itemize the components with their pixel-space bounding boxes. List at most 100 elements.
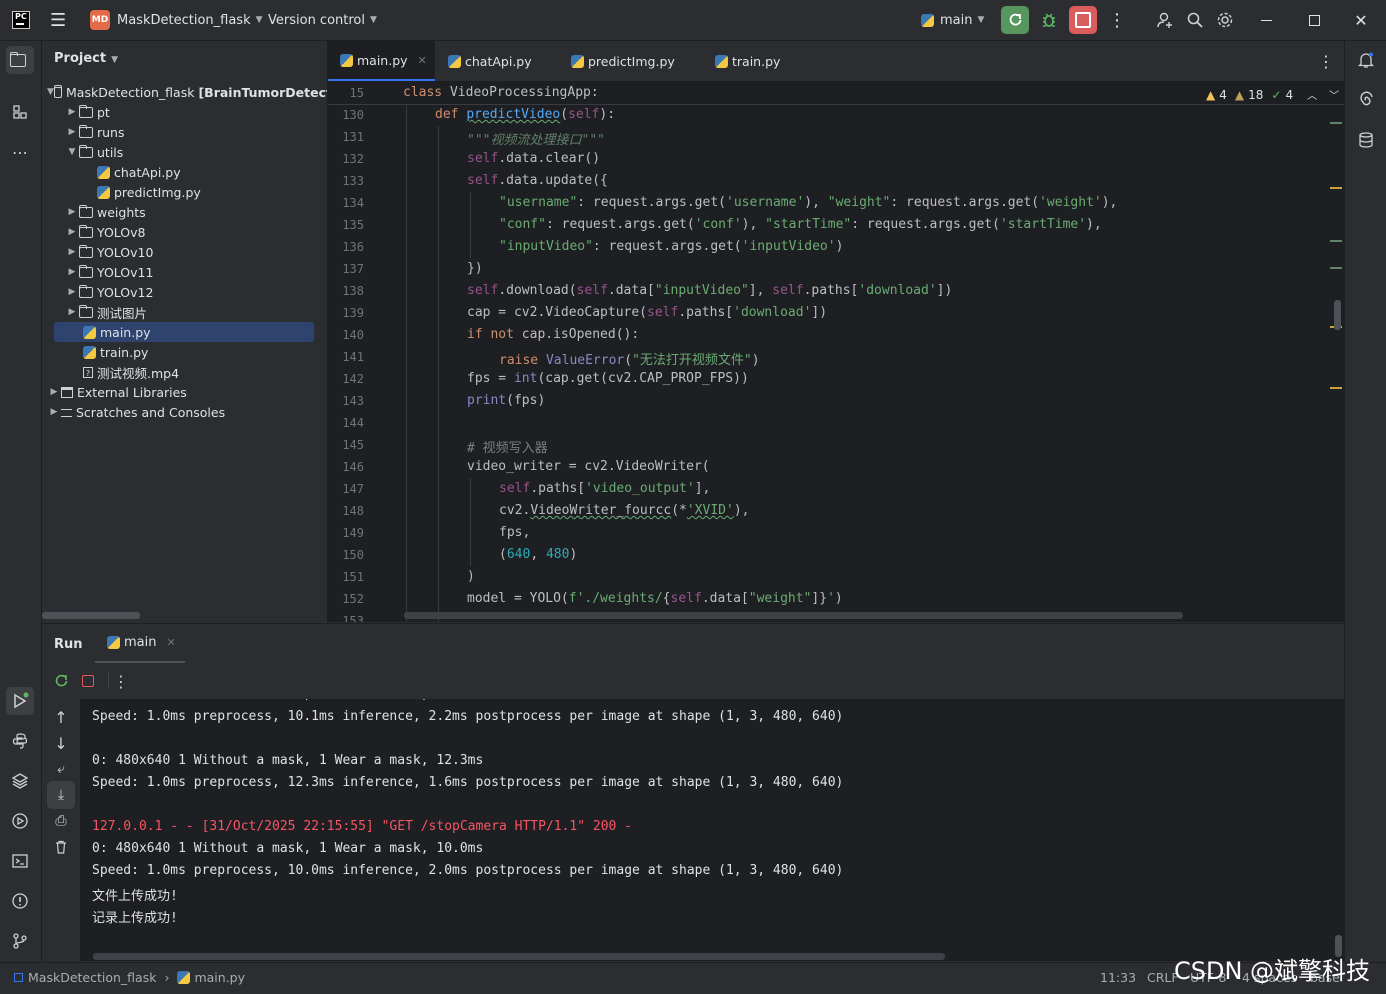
version-control-menu[interactable]: Version control ▼ (268, 0, 377, 40)
scroll-up-button[interactable]: ↑ (47, 703, 75, 731)
database-button[interactable] (1352, 126, 1380, 154)
print-button[interactable]: ⎙ (47, 807, 75, 835)
tree-item-yolov12[interactable]: ▶ YOLOv12 (42, 282, 327, 302)
code-editor[interactable]: 15 class VideoProcessingApp: ▲ 4 ▲ 18 ✓ 4 ︿… (328, 82, 1344, 622)
soft-wrap-button[interactable]: ⤶ (47, 755, 75, 783)
more-actions-button[interactable]: ⋮ (1103, 6, 1131, 34)
run-tool-button[interactable] (6, 687, 34, 715)
run-tab-main[interactable]: main ✕ (95, 624, 185, 664)
chevron-right-icon: ▶ (68, 207, 76, 217)
run-more-button[interactable]: ⋮ (107, 667, 135, 695)
problems-button[interactable] (6, 887, 34, 915)
folder-icon (79, 264, 93, 278)
code-line: video_writer = cv2.VideoWriter( (467, 459, 710, 474)
stripe-marker[interactable] (1330, 240, 1342, 242)
structure-tool-button[interactable] (6, 98, 34, 126)
console-horizontal-scrollbar[interactable] (93, 953, 945, 960)
tree-root[interactable]: ▼ MaskDetection_flask [BrainTumorDetect (42, 82, 327, 102)
services-icon (12, 813, 28, 829)
close-tab-icon[interactable]: ✕ (166, 636, 175, 649)
debug-button[interactable] (1035, 6, 1063, 34)
tree-item-scratches[interactable]: ▶ Scratches and Consoles (42, 402, 327, 422)
stripe-marker[interactable] (1330, 122, 1342, 124)
caret-position[interactable]: 11:33 (1100, 970, 1136, 985)
ai-assistant-button[interactable] (1352, 86, 1380, 114)
python-packages-button[interactable] (6, 767, 34, 795)
tab-train[interactable]: train.py (715, 41, 780, 81)
add-user-button[interactable] (1151, 6, 1179, 34)
search-button[interactable] (1181, 6, 1209, 34)
code-line: if not cap.isOpened(): (467, 327, 640, 342)
breadcrumb-project[interactable]: MaskDetection_flask (28, 970, 156, 985)
notifications-button[interactable] (1352, 46, 1380, 74)
code-line: fps, (499, 525, 531, 540)
stripe-marker[interactable] (1330, 187, 1342, 189)
watermark: CSDN @斌擎科技 (1174, 957, 1371, 985)
chevron-down-icon[interactable]: ﹀ (1329, 87, 1339, 102)
run-config-selector[interactable]: main ▼ (921, 0, 984, 40)
line-number: 130 (342, 108, 364, 122)
git-branch-icon (13, 933, 27, 949)
settings-button[interactable] (1211, 6, 1239, 34)
scroll-down-button[interactable]: ↓ (47, 729, 75, 757)
close-tab-icon[interactable]: ✕ (418, 54, 427, 67)
tree-item-external-libraries[interactable]: ▶ External Libraries (42, 382, 327, 402)
close-window-button[interactable]: ✕ (1347, 6, 1375, 34)
tab-main[interactable]: main.py ✕ (328, 41, 435, 81)
printer-icon: ⎙ (55, 813, 67, 829)
tree-item-pt[interactable]: ▶ pt (42, 102, 327, 122)
tab-options-button[interactable]: ⋮ (1318, 41, 1334, 81)
project-horizontal-scrollbar[interactable] (42, 612, 140, 619)
tree-item-yolov8[interactable]: ▶ YOLOv8 (42, 222, 327, 242)
stripe-marker[interactable] (1330, 267, 1342, 269)
more-tools-button[interactable]: ⋯ (6, 138, 34, 166)
tree-item-test-video[interactable]: ? 测试视频.mp4 (42, 362, 327, 382)
tree-item-runs[interactable]: ▶ runs (42, 122, 327, 142)
services-button[interactable] (6, 807, 34, 835)
minimize-button[interactable] (1252, 6, 1280, 34)
rerun-button[interactable] (1001, 6, 1029, 34)
clear-all-button[interactable] (47, 833, 75, 861)
git-button[interactable] (6, 927, 34, 955)
project-panel-title[interactable]: Project ▼ (54, 51, 118, 66)
pycharm-logo-icon[interactable]: PC (12, 11, 30, 29)
stop-button[interactable] (1069, 6, 1097, 34)
project-tool-button[interactable] (6, 46, 34, 74)
project-switcher[interactable]: MD MaskDetection_flask ▼ (90, 0, 263, 40)
tree-item-weights[interactable]: ▶ weights (42, 202, 327, 222)
tree-item-yolov11[interactable]: ▶ YOLOv11 (42, 262, 327, 282)
wrap-icon: ⤶ (57, 761, 65, 777)
code-line: }) (467, 261, 483, 276)
kebab-icon: ⋮ (1108, 9, 1126, 31)
tree-item-yolov10[interactable]: ▶ YOLOv10 (42, 242, 327, 262)
chevron-down-icon: ▼ (977, 15, 985, 25)
main-menu-button[interactable]: ☰ (50, 0, 66, 40)
tree-item-test-images[interactable]: ▶ 测试图片 (42, 302, 327, 322)
run-console-output[interactable]: 0: 480x640 1 Without a mask, 1 Wear a ma… (81, 699, 1344, 961)
maximize-button[interactable] (1300, 6, 1328, 34)
inspection-widget[interactable]: ▲ 4 ▲ 18 ✓ 4 ︿ ﹀ (1206, 87, 1339, 103)
scroll-to-end-button[interactable]: ⤓ (47, 781, 75, 809)
python-console-button[interactable] (6, 727, 34, 755)
tree-item-chatapi[interactable]: chatApi.py (42, 162, 327, 182)
sticky-header-line[interactable]: 15 class VideoProcessingApp: (328, 82, 1344, 105)
tree-item-utils[interactable]: ▼ utils (42, 142, 327, 162)
tree-item-train[interactable]: train.py (42, 342, 327, 362)
tree-item-main[interactable]: main.py (42, 322, 327, 342)
tab-chatapi[interactable]: chatApi.py (448, 41, 532, 81)
terminal-button[interactable] (6, 847, 34, 875)
stripe-marker[interactable] (1330, 387, 1342, 389)
editor-vertical-scrollbar[interactable] (1334, 300, 1341, 330)
folder-icon (79, 224, 93, 238)
line-number: 142 (342, 372, 364, 386)
breadcrumb-file[interactable]: main.py (194, 970, 245, 985)
stop-run-button[interactable] (74, 667, 102, 695)
line-number: 148 (342, 504, 364, 518)
terminal-icon (12, 854, 28, 868)
tab-predictimg[interactable]: predictImg.py (571, 41, 675, 81)
editor-tabs: main.py ✕ chatApi.py predictImg.py train… (328, 41, 1344, 82)
rerun-button[interactable] (47, 667, 75, 695)
tree-item-predictimg[interactable]: predictImg.py (42, 182, 327, 202)
chevron-up-icon[interactable]: ︿ (1307, 87, 1317, 102)
editor-horizontal-scrollbar[interactable] (404, 612, 1183, 619)
